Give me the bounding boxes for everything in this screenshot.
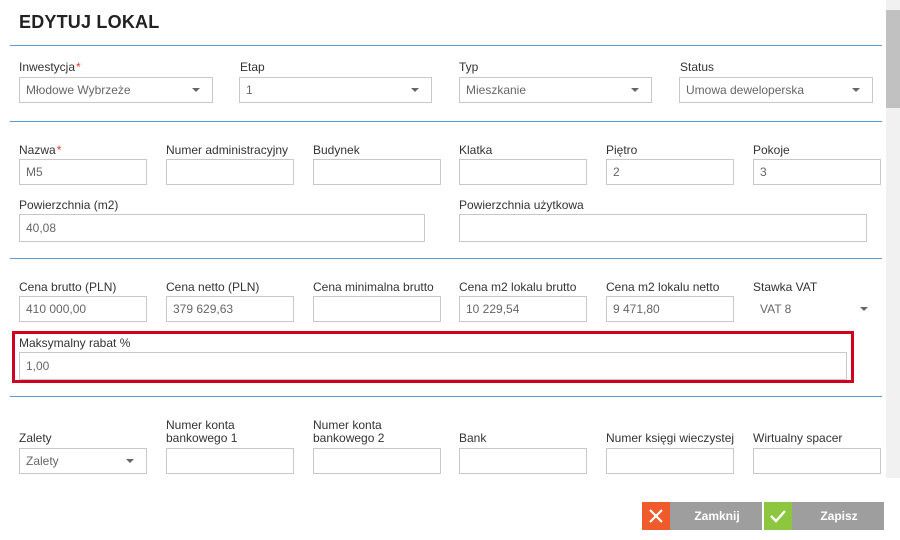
powierzchnia-label: Powierzchnia (m2) [19, 198, 119, 212]
chevron-down-icon [860, 307, 868, 311]
cena-m2-netto-label: Cena m2 lokalu netto [606, 280, 720, 294]
highlight-frame [12, 331, 854, 383]
konto-bankowe-1-input[interactable] [166, 448, 294, 474]
stawka-vat-value: VAT 8 [760, 302, 792, 316]
dialog-title: EDYTUJ LOKAL [19, 12, 160, 32]
stawka-vat-label: Stawka VAT [753, 280, 818, 294]
zalety-value: Zalety [26, 454, 59, 468]
chevron-down-icon [192, 88, 200, 92]
nazwa-label: Nazwa* [19, 143, 62, 157]
close-icon [642, 502, 670, 530]
konto-bankowe-2-label: Numer konta bankowego 2 [313, 418, 385, 445]
scrollbar-thumb[interactable] [886, 10, 900, 108]
etap-value: 1 [246, 83, 253, 97]
ksiega-wieczysta-label: Numer księgi wieczystej [606, 431, 735, 445]
chevron-down-icon [631, 88, 639, 92]
typ-value: Mieszkanie [466, 83, 527, 97]
numer-administracyjny-label: Numer administracyjny [166, 143, 289, 157]
pokoje-input[interactable]: 3 [753, 159, 881, 185]
wirtualny-spacer-label: Wirtualny spacer [753, 431, 843, 445]
cena-netto-input[interactable]: 379 629,63 [166, 296, 294, 322]
section-divider [10, 45, 882, 46]
status-value: Umowa deweloperska [686, 83, 805, 97]
ksiega-wieczysta-input[interactable] [606, 448, 734, 474]
typ-label: Typ [459, 60, 479, 74]
numer-administracyjny-input[interactable] [166, 159, 294, 185]
cena-m2-brutto-label: Cena m2 lokalu brutto [459, 280, 577, 294]
inwestycja-value: Młodowe Wybrzeże [26, 83, 131, 97]
powierzchnia-input[interactable]: 40,08 [19, 214, 425, 242]
save-button[interactable]: Zapisz [764, 502, 884, 530]
klatka-label: Klatka [459, 143, 493, 157]
inwestycja-select[interactable]: Młodowe Wybrzeże [19, 77, 213, 103]
chevron-down-icon [852, 88, 860, 92]
cena-minimalna-brutto-label: Cena minimalna brutto [313, 280, 434, 294]
etap-label: Etap [240, 60, 265, 74]
chevron-down-icon [411, 88, 419, 92]
budynek-input[interactable] [313, 159, 441, 185]
bank-label: Bank [459, 431, 487, 445]
pietro-label: Piętro [606, 143, 638, 157]
etap-select[interactable]: 1 [239, 77, 432, 103]
section-divider [10, 258, 882, 259]
checkmark-icon [764, 502, 792, 530]
status-select[interactable]: Umowa deweloperska [679, 77, 873, 103]
powierzchnia-uzytkowa-input[interactable] [459, 214, 867, 242]
close-button[interactable]: Zamknij [642, 502, 762, 530]
konto-bankowe-1-label: Numer konta bankowego 1 [166, 418, 238, 445]
wirtualny-spacer-input[interactable] [753, 448, 881, 474]
zalety-select[interactable]: Zalety [19, 448, 147, 474]
bank-input[interactable] [459, 448, 587, 474]
pokoje-label: Pokoje [753, 143, 790, 157]
konto-bankowe-2-input[interactable] [313, 448, 441, 474]
budynek-label: Budynek [313, 143, 360, 157]
stawka-vat-select[interactable]: VAT 8 [753, 296, 875, 322]
section-divider [10, 121, 882, 122]
powierzchnia-uzytkowa-label: Powierzchnia użytkowa [459, 198, 584, 212]
cena-brutto-input[interactable]: 410 000,00 [19, 296, 147, 322]
cena-m2-brutto-input[interactable]: 10 229,54 [459, 296, 587, 322]
klatka-input[interactable] [459, 159, 587, 185]
cena-brutto-label: Cena brutto (PLN) [19, 280, 117, 294]
inwestycja-label: Inwestycja* [19, 60, 81, 74]
close-button-label: Zamknij [694, 509, 740, 523]
chevron-down-icon [126, 459, 134, 463]
save-button-label: Zapisz [820, 509, 858, 523]
cena-m2-netto-input[interactable]: 9 471,80 [606, 296, 734, 322]
nazwa-input[interactable]: M5 [19, 159, 147, 185]
cena-minimalna-brutto-input[interactable] [313, 296, 441, 322]
typ-select[interactable]: Mieszkanie [459, 77, 652, 103]
zalety-label: Zalety [19, 431, 52, 445]
pietro-input[interactable]: 2 [606, 159, 734, 185]
status-label: Status [680, 60, 715, 74]
section-divider [10, 396, 882, 397]
cena-netto-label: Cena netto (PLN) [166, 280, 260, 294]
